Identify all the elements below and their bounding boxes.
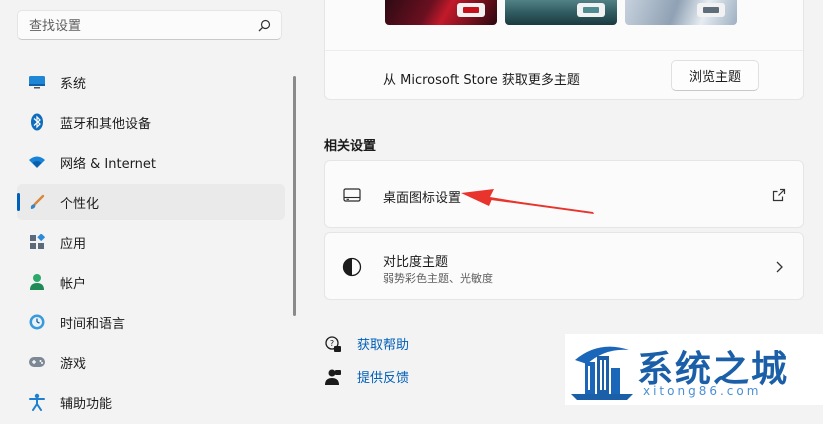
sidebar-item-bluetooth[interactable]: 蓝牙和其他设备 (17, 104, 285, 140)
monitor-icon (343, 188, 361, 202)
sidebar-item-label: 个性化 (60, 196, 100, 212)
sidebar-item-accounts[interactable]: 帐户 (17, 264, 285, 300)
time-language-icon (28, 313, 46, 331)
get-help-link[interactable]: ? 获取帮助 (324, 334, 409, 353)
contrast-themes-subtitle: 弱势彩色主题、光敏度 (383, 272, 493, 285)
sidebar-item-time-language[interactable]: 时间和语言 (17, 304, 285, 340)
sidebar-item-gaming[interactable]: 游戏 (17, 344, 285, 380)
apps-icon (28, 233, 46, 251)
sidebar-item-accessibility[interactable]: 辅助功能 (17, 384, 285, 420)
city-logo-icon (571, 346, 633, 400)
theme-color-badge (457, 3, 485, 17)
bluetooth-icon (28, 113, 46, 131)
sidebar-item-apps[interactable]: 应用 (17, 224, 285, 260)
contrast-themes-title: 对比度主题 (383, 255, 449, 270)
brush-icon (28, 193, 46, 211)
sidebar-item-personalization[interactable]: 个性化 (17, 184, 285, 220)
sidebar-item-label: 时间和语言 (60, 316, 126, 332)
related-settings-title: 相关设置 (324, 139, 377, 154)
system-icon (28, 73, 46, 91)
theme-thumbnail-1[interactable] (385, 0, 497, 25)
help-icon: ? (325, 335, 341, 352)
sidebar-item-label: 系统 (60, 76, 87, 92)
watermark-logo: 系统之城 xitong86.com (565, 334, 823, 405)
sidebar-item-label: 帐户 (60, 276, 87, 292)
sidebar-nav: 系统 蓝牙和其他设备 网络 & Internet 个性化 应用 帐户 时间和语言… (17, 64, 285, 424)
svg-text:?: ? (330, 339, 334, 348)
account-icon (28, 273, 46, 291)
watermark-url: xitong86.com (643, 384, 762, 398)
theme-thumbnail-3[interactable] (625, 0, 737, 25)
give-feedback-link[interactable]: 提供反馈 (324, 367, 409, 386)
sidebar-item-label: 应用 (60, 236, 87, 252)
accessibility-icon (28, 393, 46, 411)
sidebar-item-label: 网络 & Internet (60, 156, 157, 172)
desktop-icon-settings-card[interactable]: 桌面图标设置 (324, 160, 804, 228)
sidebar-item-system[interactable]: 系统 (17, 64, 285, 100)
open-external-icon (772, 188, 786, 202)
contrast-icon (342, 257, 362, 277)
contrast-themes-card[interactable]: 对比度主题 弱势彩色主题、光敏度 (324, 232, 804, 300)
search-input[interactable] (27, 16, 256, 36)
sidebar-item-network[interactable]: 网络 & Internet (17, 144, 285, 180)
give-feedback-label: 提供反馈 (357, 371, 410, 386)
search-icon[interactable] (258, 19, 271, 32)
gamepad-icon (28, 353, 46, 371)
sidebar-item-label: 辅助功能 (60, 396, 113, 412)
sidebar-item-label: 游戏 (60, 356, 87, 372)
browse-themes-button[interactable]: 浏览主题 (671, 60, 759, 91)
search-box[interactable] (17, 10, 282, 40)
feedback-icon (325, 369, 341, 385)
theme-color-badge (577, 3, 605, 17)
sidebar-scrollbar[interactable] (293, 76, 296, 316)
themes-card: 从 Microsoft Store 获取更多主题 浏览主题 (324, 0, 804, 100)
sidebar-item-label: 蓝牙和其他设备 (60, 116, 152, 132)
desktop-icon-settings-title: 桌面图标设置 (383, 191, 462, 206)
chevron-right-icon (776, 261, 783, 273)
get-help-label: 获取帮助 (357, 338, 410, 353)
theme-color-badge (697, 3, 725, 17)
divider (325, 50, 803, 51)
store-text: 从 Microsoft Store 获取更多主题 (383, 73, 580, 88)
theme-thumbnail-2[interactable] (505, 0, 617, 25)
wifi-icon (28, 153, 46, 171)
